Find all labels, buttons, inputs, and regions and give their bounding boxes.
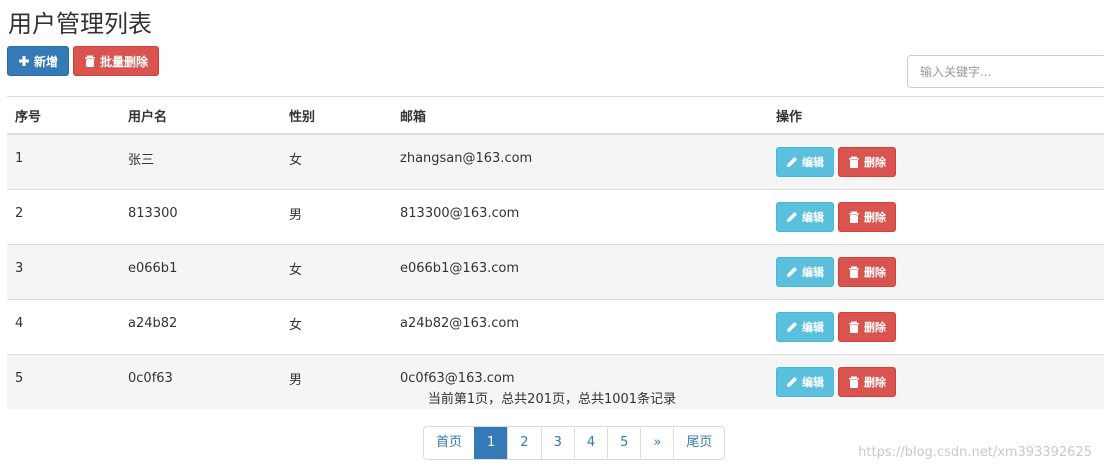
plus-icon	[19, 56, 29, 66]
pagination-next[interactable]: »	[640, 427, 673, 459]
table-row: 1 张三 女 zhangsan@163.com 编辑 删除	[7, 133, 1104, 190]
cell-gender: 女	[281, 244, 392, 300]
trash-icon	[849, 211, 859, 223]
header-id: 序号	[7, 96, 120, 135]
toolbar: 新增 批量删除	[7, 46, 160, 76]
trash-icon	[849, 321, 859, 333]
watermark: https://blog.csdn.net/xm393392625	[858, 445, 1092, 460]
page-title: 用户管理列表	[8, 10, 152, 38]
cell-email: zhangsan@163.com	[392, 133, 768, 190]
edit-button-label: 编辑	[802, 321, 824, 334]
pagination-page-3[interactable]: 3	[540, 427, 574, 459]
cell-email: 813300@163.com	[392, 189, 768, 245]
pagination: 首页 1 2 3 4 5 » 尾页	[423, 426, 726, 460]
user-table: 序号 用户名 性别 邮箱 操作 1 张三 女 zhangsan@163.com …	[7, 96, 1104, 409]
pagination-page-5[interactable]: 5	[607, 427, 640, 459]
header-actions: 操作	[768, 96, 1104, 135]
delete-button-label: 删除	[864, 266, 886, 279]
trash-icon	[849, 266, 859, 278]
cell-actions: 编辑 删除	[768, 189, 1104, 245]
cell-email: e066b1@163.com	[392, 244, 768, 300]
cell-actions: 编辑 删除	[768, 133, 1104, 190]
pagination-page-2[interactable]: 2	[507, 427, 540, 459]
table-row: 4 a24b82 女 a24b82@163.com 编辑 删除	[7, 299, 1104, 355]
cell-username: 张三	[120, 133, 281, 190]
pagination-page-1[interactable]: 1	[474, 427, 508, 459]
table-row: 2 813300 男 813300@163.com 编辑 删除	[7, 189, 1104, 245]
delete-button[interactable]: 删除	[838, 202, 896, 232]
trash-icon	[85, 55, 96, 67]
pagination-page-4[interactable]: 4	[573, 427, 607, 459]
edit-button[interactable]: 编辑	[776, 312, 834, 342]
edit-button-label: 编辑	[802, 156, 824, 169]
edit-button-label: 编辑	[802, 211, 824, 224]
delete-button[interactable]: 删除	[838, 257, 896, 287]
cell-id: 2	[7, 189, 120, 245]
edit-button[interactable]: 编辑	[776, 202, 834, 232]
cell-gender: 女	[281, 299, 392, 355]
cell-gender: 女	[281, 133, 392, 190]
cell-id: 1	[7, 133, 120, 190]
page-info: 当前第1页，总共201页，总共1001条记录	[427, 392, 677, 407]
pencil-icon	[787, 267, 797, 277]
add-button-label: 新增	[34, 54, 59, 69]
cell-id: 3	[7, 244, 120, 300]
cell-username: a24b82	[120, 299, 281, 355]
batch-delete-button[interactable]: 批量删除	[73, 46, 160, 76]
edit-button[interactable]: 编辑	[776, 147, 834, 177]
cell-actions: 编辑 删除	[768, 244, 1104, 300]
delete-button-label: 删除	[864, 211, 886, 224]
delete-button-label: 删除	[864, 321, 886, 334]
trash-icon	[849, 156, 859, 168]
delete-button[interactable]: 删除	[838, 147, 896, 177]
pencil-icon	[787, 157, 797, 167]
edit-button-label: 编辑	[802, 266, 824, 279]
table-row: 3 e066b1 女 e066b1@163.com 编辑 删除	[7, 244, 1104, 300]
delete-button[interactable]: 删除	[838, 312, 896, 342]
pagination-first[interactable]: 首页	[424, 427, 474, 459]
pencil-icon	[787, 212, 797, 222]
pagination-last[interactable]: 尾页	[673, 427, 724, 459]
delete-button-label: 删除	[864, 156, 886, 169]
header-gender: 性别	[281, 96, 392, 135]
header-username: 用户名	[120, 96, 281, 135]
cell-gender: 男	[281, 189, 392, 245]
pencil-icon	[787, 377, 797, 387]
header-email: 邮箱	[392, 96, 768, 135]
cell-email: a24b82@163.com	[392, 299, 768, 355]
batch-delete-button-label: 批量删除	[100, 54, 149, 69]
trash-icon	[849, 376, 859, 388]
search-input[interactable]	[907, 55, 1104, 88]
cell-username: 813300	[120, 189, 281, 245]
add-button[interactable]: 新增	[7, 46, 70, 76]
cell-actions: 编辑 删除	[768, 299, 1104, 355]
cell-username: e066b1	[120, 244, 281, 300]
edit-button[interactable]: 编辑	[776, 257, 834, 287]
cell-id: 4	[7, 299, 120, 355]
pencil-icon	[787, 322, 797, 332]
table-header-row: 序号 用户名 性别 邮箱 操作	[7, 96, 1104, 135]
